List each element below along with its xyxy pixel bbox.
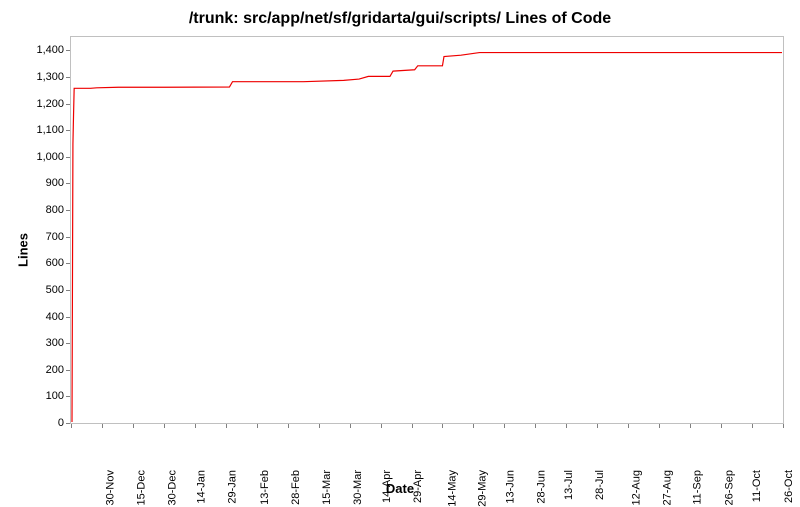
y-tick-label: 1,200 xyxy=(8,98,64,110)
y-tick-mark xyxy=(66,104,70,105)
y-tick-mark xyxy=(66,263,70,264)
x-tick-mark xyxy=(226,424,227,428)
x-tick-mark xyxy=(195,424,196,428)
x-tick-label: 14-Apr xyxy=(381,470,393,503)
y-tick-mark xyxy=(66,290,70,291)
x-tick-label: 11-Oct xyxy=(751,470,763,502)
x-tick-label: 13-Jun xyxy=(505,470,517,504)
x-tick-mark xyxy=(288,424,289,428)
x-tick-mark xyxy=(164,424,165,428)
y-tick-label: 400 xyxy=(8,311,64,323)
y-tick-label: 0 xyxy=(8,417,64,429)
y-tick-mark xyxy=(66,130,70,131)
x-tick-label: 13-Jul xyxy=(563,470,575,500)
x-tick-label: 26-Sep xyxy=(724,470,736,505)
x-tick-mark xyxy=(442,424,443,428)
x-tick-mark xyxy=(659,424,660,428)
y-tick-mark xyxy=(66,396,70,397)
y-tick-label: 800 xyxy=(8,204,64,216)
x-tick-mark xyxy=(473,424,474,428)
x-tick-mark xyxy=(628,424,629,428)
y-tick-label: 300 xyxy=(8,337,64,349)
x-tick-label: 29-Apr xyxy=(412,470,424,503)
y-tick-label: 500 xyxy=(8,284,64,296)
y-tick-mark xyxy=(66,210,70,211)
x-tick-mark xyxy=(752,424,753,428)
y-tick-label: 900 xyxy=(8,177,64,189)
x-tick-label: 12-Aug xyxy=(631,470,643,505)
x-tick-mark xyxy=(721,424,722,428)
x-tick-mark xyxy=(535,424,536,428)
x-tick-mark xyxy=(690,424,691,428)
x-tick-label: 26-Oct xyxy=(783,470,795,503)
y-tick-label: 1,300 xyxy=(8,71,64,83)
x-tick-label: 14-Jan xyxy=(196,470,208,504)
y-tick-label: 1,000 xyxy=(8,151,64,163)
x-tick-label: 14-May xyxy=(446,470,458,507)
x-tick-mark xyxy=(597,424,598,428)
y-tick-mark xyxy=(66,50,70,51)
y-tick-mark xyxy=(66,237,70,238)
y-tick-mark xyxy=(66,77,70,78)
x-tick-mark xyxy=(133,424,134,428)
x-tick-label: 27-Aug xyxy=(662,470,674,505)
y-tick-mark xyxy=(66,317,70,318)
x-tick-label: 15-Dec xyxy=(135,470,147,505)
y-tick-label: 1,100 xyxy=(8,124,64,136)
x-tick-mark xyxy=(504,424,505,428)
y-tick-label: 100 xyxy=(8,390,64,402)
x-tick-label: 11-Sep xyxy=(692,470,704,505)
y-tick-mark xyxy=(66,370,70,371)
chart-title: /trunk: src/app/net/sf/gridarta/gui/scri… xyxy=(0,10,800,28)
x-tick-mark xyxy=(257,424,258,428)
x-tick-mark xyxy=(381,424,382,428)
x-tick-mark xyxy=(783,424,784,428)
x-tick-mark xyxy=(566,424,567,428)
x-tick-mark xyxy=(71,424,72,428)
x-tick-label: 28-Jul xyxy=(594,470,606,500)
y-tick-label: 1,400 xyxy=(8,44,64,56)
line-series xyxy=(71,37,783,423)
plot-area xyxy=(70,36,784,424)
y-tick-label: 700 xyxy=(8,231,64,243)
x-tick-label: 30-Dec xyxy=(166,470,178,505)
x-tick-label: 29-May xyxy=(477,470,489,507)
y-tick-mark xyxy=(66,423,70,424)
y-tick-label: 200 xyxy=(8,364,64,376)
x-tick-label: 30-Nov xyxy=(104,470,116,505)
x-tick-mark xyxy=(102,424,103,428)
y-tick-label: 600 xyxy=(8,257,64,269)
y-tick-mark xyxy=(66,183,70,184)
x-tick-label: 28-Jun xyxy=(536,470,548,504)
x-tick-label: 29-Jan xyxy=(226,470,238,504)
chart-container: /trunk: src/app/net/sf/gridarta/gui/scri… xyxy=(0,0,800,500)
y-tick-mark xyxy=(66,157,70,158)
y-tick-mark xyxy=(66,343,70,344)
x-tick-mark xyxy=(319,424,320,428)
x-axis-label: Date xyxy=(0,481,800,496)
x-tick-mark xyxy=(412,424,413,428)
x-tick-mark xyxy=(350,424,351,428)
